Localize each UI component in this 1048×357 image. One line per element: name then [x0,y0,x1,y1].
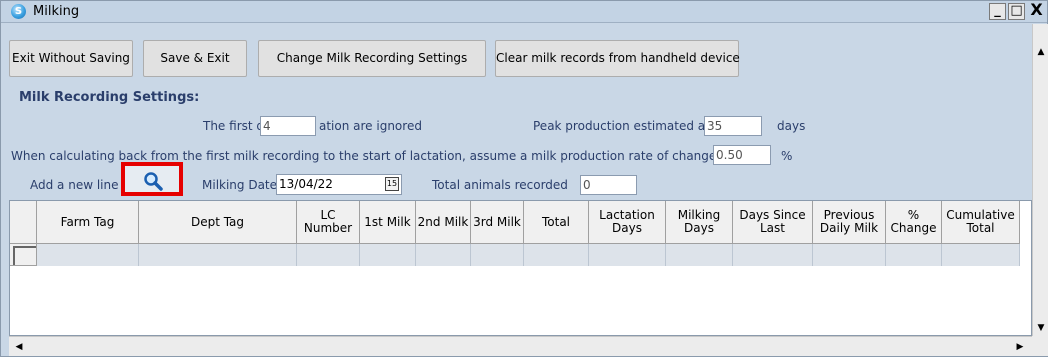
first-days-suffix-label: ation are ignored [319,119,422,133]
first-days-prefix-label: The first d [203,119,265,133]
column-header-lactation-days[interactable]: Lactation Days [589,201,666,244]
column-header-cumulative-total[interactable]: Cumulative Total [942,201,1020,244]
scroll-down-icon[interactable]: ▼ [1033,320,1048,336]
peak-label: Peak production estimated at [533,119,710,133]
milk-records-grid[interactable]: Farm Tag Dept Tag LC Number 1st Milk 2nd… [9,200,1032,336]
total-animals-label: Total animals recorded [432,178,568,192]
rate-field[interactable]: 0.50 [713,145,771,165]
rate-unit-label: % [781,149,793,163]
cell-1st-milk[interactable] [360,244,416,266]
peak-unit-label: days [777,119,806,133]
search-icon [144,172,163,191]
peak-field[interactable]: 35 [704,116,762,136]
cell-dept-tag[interactable] [139,244,297,266]
vertical-scrollbar[interactable]: ▲ ▼ [1032,24,1048,336]
title-bar: S Milking _ □ X [1,1,1047,23]
rate-label: When calculating back from the first mil… [11,149,766,163]
grid-corner-header [10,201,37,244]
column-header-farm-tag[interactable]: Farm Tag [37,201,139,244]
cell-3rd-milk[interactable] [471,244,524,266]
cell-lc-number[interactable] [297,244,360,266]
horizontal-scrollbar[interactable]: ◀ ▶ [9,336,1032,356]
close-button[interactable]: X [1028,2,1045,20]
first-days-field[interactable]: 4 [260,116,316,136]
column-header-1st-milk[interactable]: 1st Milk [360,201,416,244]
maximize-button[interactable]: □ [1008,3,1025,20]
resize-grip-icon[interactable] [1032,336,1048,356]
minimize-button[interactable]: _ [989,3,1006,20]
cell-days-since-last[interactable] [733,244,813,266]
new-row-selector[interactable] [10,244,37,266]
column-header-milking-days[interactable]: Milking Days [666,201,733,244]
column-header-total[interactable]: Total [524,201,589,244]
cell-percent-change[interactable] [886,244,942,266]
save-exit-button[interactable]: Save & Exit [143,40,247,77]
milking-date-field[interactable]: 13/04/22 15 [276,174,402,195]
scroll-right-icon[interactable]: ▶ [1012,339,1028,355]
total-animals-field: 0 [580,175,637,195]
cell-lactation-days[interactable] [589,244,666,266]
cell-farm-tag[interactable] [37,244,139,266]
clear-records-button[interactable]: Clear milk records from handheld device [495,40,740,77]
exit-without-saving-button[interactable]: Exit Without Saving [9,40,133,77]
cell-cumulative-total[interactable] [942,244,1020,266]
column-header-2nd-milk[interactable]: 2nd Milk [416,201,471,244]
cell-milking-days[interactable] [666,244,733,266]
cell-previous-daily-milk[interactable] [813,244,886,266]
cell-2nd-milk[interactable] [416,244,471,266]
add-line-label: Add a new line [30,178,119,192]
window-title: Milking [33,4,80,19]
settings-heading: Milk Recording Settings: [19,90,200,105]
milking-date-value: 13/04/22 [279,177,333,191]
column-header-3rd-milk[interactable]: 3rd Milk [471,201,524,244]
calendar-icon[interactable]: 15 [385,177,399,191]
scroll-up-icon[interactable]: ▲ [1033,44,1048,60]
column-header-previous-daily-milk[interactable]: Previous Daily Milk [813,201,886,244]
milking-date-label: Milking Date [202,178,278,192]
app-icon: S [11,4,26,19]
cell-total[interactable] [524,244,589,266]
column-header-percent-change[interactable]: % Change [886,201,942,244]
column-header-lc-number[interactable]: LC Number [297,201,360,244]
add-line-search-button[interactable] [121,162,183,196]
milking-window: S Milking _ □ X Exit Without Saving Save… [0,0,1048,357]
table-row[interactable] [37,244,1020,266]
column-header-days-since-last[interactable]: Days Since Last [733,201,813,244]
column-header-dept-tag[interactable]: Dept Tag [139,201,297,244]
scroll-left-icon[interactable]: ◀ [11,339,27,355]
change-settings-button[interactable]: Change Milk Recording Settings [258,40,486,77]
